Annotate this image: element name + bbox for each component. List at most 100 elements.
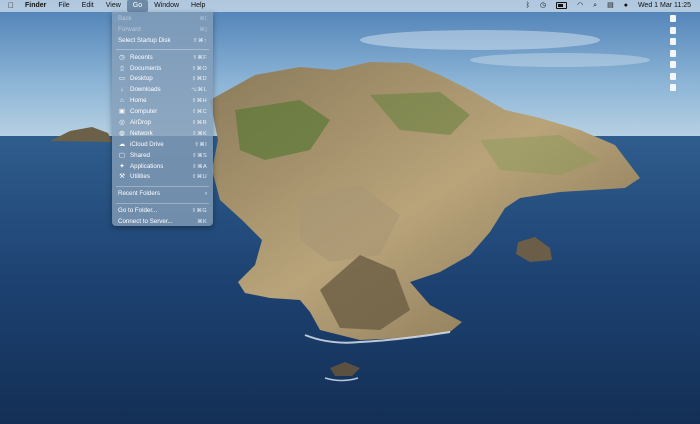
computer-icon: ▣ xyxy=(118,108,126,116)
download-icon: ↓ xyxy=(120,86,124,94)
menu-item-label: AirDrop xyxy=(130,119,151,127)
menu-item-shortcut: ⌘] xyxy=(199,26,207,33)
menu-item-shortcut: ⌘[ xyxy=(199,16,207,22)
menu-item-shortcut: ⇧⌘R xyxy=(191,120,207,127)
menu-item-shortcut: ⇧⌘C xyxy=(191,109,207,116)
chevron-right-icon: › xyxy=(204,190,207,198)
menu-item-recent-folders[interactable]: Recent Folders › xyxy=(112,189,213,200)
menu-item-label: Computer xyxy=(130,108,158,116)
user-icon[interactable]: ● xyxy=(619,0,633,12)
menu-item-shortcut: ⌘K xyxy=(197,219,207,226)
menu-edit[interactable]: Edit xyxy=(76,0,100,12)
cloud-icon: ☁ xyxy=(118,140,126,148)
menu-item-icloud-drive[interactable]: ☁ iCloud Drive ⇧⌘I xyxy=(112,140,213,151)
menu-item-label: Recent Folders xyxy=(118,190,160,198)
menu-item-shortcut: ⇧⌘S xyxy=(192,152,207,159)
menu-item-label: Desktop xyxy=(130,75,153,83)
menu-item-home[interactable]: ⌂ Home ⇧⌘H xyxy=(112,96,213,107)
menu-item-shortcut: ⇧⌘K xyxy=(192,130,207,137)
bluetooth-icon[interactable]: ᛒ xyxy=(521,0,535,12)
airdrop-icon: ◎ xyxy=(119,119,125,127)
file-icon xyxy=(670,84,676,91)
menu-help[interactable]: Help xyxy=(185,0,211,12)
desktop-file[interactable] xyxy=(670,26,696,35)
menu-item-shortcut: ⇧⌘↑ xyxy=(193,37,207,44)
menu-item-shortcut: ⇧⌘U xyxy=(191,174,207,181)
menu-item-desktop[interactable]: ▭ Desktop ⇧⌘D xyxy=(112,74,213,85)
apple-logo-icon[interactable]:  xyxy=(0,0,19,12)
menu-item-forward[interactable]: Forward ⌘] xyxy=(112,25,213,36)
desktop-file[interactable] xyxy=(670,37,696,46)
menu-item-label: Recents xyxy=(130,53,153,61)
menu-item-label: Documents xyxy=(130,64,162,72)
shared-folder-icon: ▢ xyxy=(118,151,126,159)
menu-item-shortcut: ⇧⌘G xyxy=(191,208,207,215)
menu-item-label: Shared xyxy=(130,151,150,159)
desktop-file[interactable] xyxy=(670,49,696,58)
search-icon[interactable]: ⌕ xyxy=(588,0,602,12)
menu-finder[interactable]: Finder xyxy=(19,0,52,12)
file-icon xyxy=(670,72,676,80)
desktop-file[interactable] xyxy=(670,60,696,69)
desktop-file[interactable] xyxy=(670,72,696,81)
menu-separator xyxy=(116,49,209,51)
menu-item-recents[interactable]: ◷ Recents ⇧⌘F xyxy=(112,53,213,64)
menu-item-computer[interactable]: ▣ Computer ⇧⌘C xyxy=(112,107,213,118)
menu-item-label: Utilities xyxy=(130,173,150,181)
status-area: ᛒ ◷ ◠ ⌕ ▤ ● Wed 1 Mar 11:25 xyxy=(521,0,700,12)
menu-item-label: Applications xyxy=(130,162,164,170)
wifi-icon[interactable]: ◠ xyxy=(572,0,588,12)
menu-item-label: Connect to Server... xyxy=(118,218,173,226)
control-center-icon[interactable]: ▤ xyxy=(602,0,619,12)
go-menu: Back ⌘[ Forward ⌘] Select Startup Disk ⇧… xyxy=(112,12,213,226)
clock-icon: ◷ xyxy=(119,53,125,61)
menu-item-label: Home xyxy=(130,97,147,105)
menu-item-connect-to-server[interactable]: Connect to Server... ⌘K xyxy=(112,217,213,228)
time-machine-icon[interactable]: ◷ xyxy=(535,0,551,12)
menu-item-shortcut: ⇧⌘D xyxy=(191,76,207,83)
menu-item-utilities[interactable]: ⚒ Utilities ⇧⌘U xyxy=(112,172,213,183)
menu-item-network[interactable]: ◍ Network ⇧⌘K xyxy=(112,129,213,140)
menu-item-shortcut: ⇧⌘A xyxy=(192,163,207,170)
applications-icon: ✦ xyxy=(119,162,125,170)
desktop-wallpaper xyxy=(0,0,700,424)
menu-separator xyxy=(116,202,209,204)
menu-item-go-to-folder[interactable]: Go to Folder... ⇧⌘G xyxy=(112,206,213,217)
menu-item-downloads[interactable]: ↓ Downloads ⌥⌘L xyxy=(112,85,213,96)
menu-item-applications[interactable]: ✦ Applications ⇧⌘A xyxy=(112,162,213,173)
menu-bar:  Finder File Edit View Go Window Help ᛒ… xyxy=(0,0,700,12)
menu-item-back[interactable]: Back ⌘[ xyxy=(112,14,213,25)
home-icon: ⌂ xyxy=(120,97,124,105)
menu-go[interactable]: Go xyxy=(126,0,149,12)
menu-item-label: iCloud Drive xyxy=(130,140,164,148)
file-icon xyxy=(670,15,676,22)
menu-file[interactable]: File xyxy=(52,0,75,12)
menu-clock[interactable]: Wed 1 Mar 11:25 xyxy=(633,0,700,12)
file-icon xyxy=(670,61,676,68)
file-icon xyxy=(670,38,676,45)
menu-item-label: Network xyxy=(130,129,153,137)
menu-item-airdrop[interactable]: ◎ AirDrop ⇧⌘R xyxy=(112,118,213,129)
desktop-files xyxy=(670,14,696,95)
utilities-icon: ⚒ xyxy=(119,173,125,181)
menu-item-label: Select Startup Disk xyxy=(118,36,171,44)
network-icon: ◍ xyxy=(119,129,125,137)
menu-separator xyxy=(116,185,209,187)
menu-view[interactable]: View xyxy=(100,0,127,12)
desktop-file[interactable] xyxy=(670,83,696,92)
menu-window[interactable]: Window xyxy=(148,0,185,12)
menu-item-shortcut: ⌥⌘L xyxy=(190,87,207,94)
desktop-file[interactable] xyxy=(670,14,696,23)
document-icon: ▯ xyxy=(120,64,124,72)
menu-item-shortcut: ⇧⌘I xyxy=(194,141,207,148)
battery-icon[interactable] xyxy=(551,0,572,12)
menu-item-shared[interactable]: ▢ Shared ⇧⌘S xyxy=(112,151,213,162)
menu-item-label: Forward xyxy=(118,25,141,33)
menu-item-select-startup-disk[interactable]: Select Startup Disk ⇧⌘↑ xyxy=(112,36,213,47)
menu-item-shortcut: ⇧⌘O xyxy=(191,65,207,72)
file-icon xyxy=(670,49,676,57)
menu-item-shortcut: ⇧⌘H xyxy=(191,98,207,105)
menu-item-shortcut: ⇧⌘F xyxy=(192,54,207,61)
menu-item-documents[interactable]: ▯ Documents ⇧⌘O xyxy=(112,64,213,75)
menu-item-label: Back xyxy=(118,15,132,22)
